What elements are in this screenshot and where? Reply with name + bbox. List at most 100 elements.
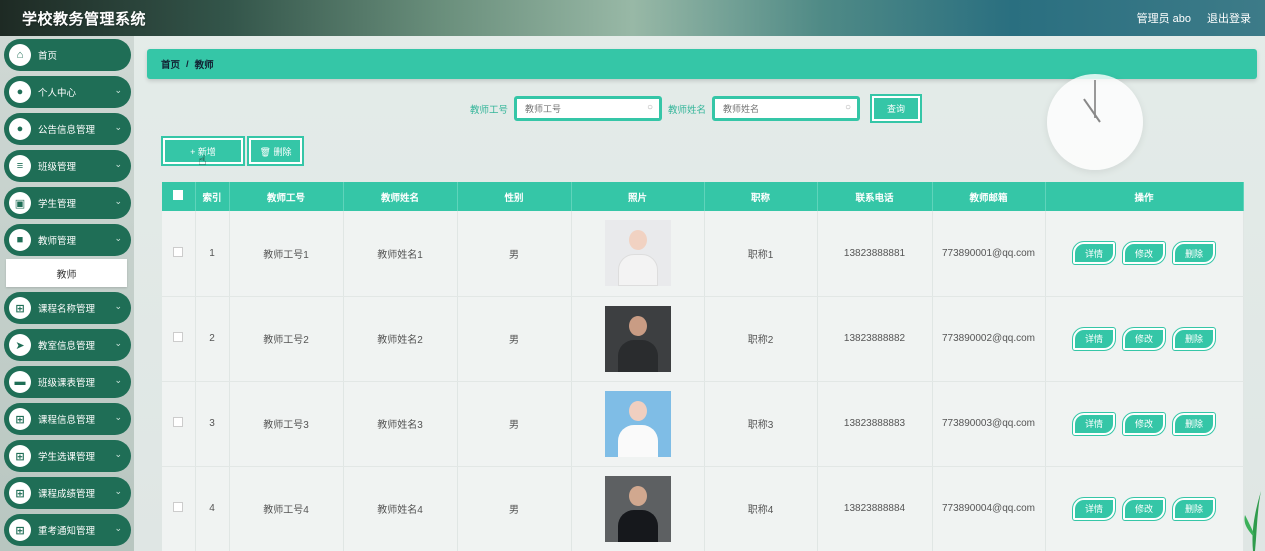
teacher-photo (604, 390, 671, 457)
main-content: 首页 / 教师 教师工号 ○ 教师姓名 ○ 查询 + 新增 🗑 删除 ☝ 索引教… (134, 36, 1265, 551)
breadcrumb-home[interactable]: 首页 (161, 57, 180, 71)
delete-button[interactable]: 删除 (1172, 411, 1216, 436)
sidebar-item-0[interactable]: ⌂ 首页 (4, 39, 131, 71)
sidebar-item-11[interactable]: ⊞ 课程成绩管理 ⌄ (4, 477, 131, 509)
current-user: 管理员 abo (1136, 13, 1191, 25)
cell-gender: 男 (457, 296, 572, 382)
row-select-cell (162, 381, 196, 467)
sidebar: ⌂ 首页 ● 个人中心 ⌄ ● 公告信息管理 ⌄ ≡ 班级管理 ⌄ ▣ 学生管理 ⌄ ■ 教师管理 ⌄ 教师 ⊞ 课程… (0, 36, 134, 551)
row-select-cell (162, 466, 196, 551)
teacher-table: 索引 教师工号 教师姓名 性别 照片 职称 联系电话 教师邮箱 操作 1 教师工号1 教师姓名1 男职… (162, 182, 1244, 551)
cell-phone: 13823888882 (817, 296, 933, 382)
sidebar-item-label: 课程名称管理 (38, 304, 96, 315)
mouse-cursor-icon: ☝ (198, 152, 207, 168)
teacher-name-input[interactable] (723, 103, 834, 114)
column-header: 联系电话 (817, 182, 933, 211)
sidebar-item-12[interactable]: ⊞ 重考通知管理 ⌄ (4, 514, 131, 546)
sidebar-item-label: 学生管理 (38, 199, 77, 210)
chevron-down-icon: ⌄ (114, 523, 122, 533)
teacher-name-field: ○ (712, 96, 861, 121)
breadcrumb-separator: / (186, 58, 189, 70)
sidebar-item-2[interactable]: ● 公告信息管理 ⌄ (4, 113, 131, 145)
teacher-id-field: ○ (514, 96, 663, 121)
user-icon: ● (9, 118, 31, 140)
cell-teacher-name: 教师姓名2 (343, 296, 458, 382)
detail-button[interactable]: 详情 (1072, 496, 1116, 521)
sidebar-item-label: 首页 (38, 51, 58, 62)
column-header: 操作 (1045, 182, 1244, 211)
leaf-decoration (1244, 491, 1261, 551)
table-header-row: 索引 教师工号 教师姓名 性别 照片 职称 联系电话 教师邮箱 操作 (162, 182, 1244, 211)
sidebar-item-5[interactable]: ■ 教师管理 ⌄ (4, 224, 131, 256)
chevron-down-icon: ⌄ (114, 122, 122, 132)
select-all-checkbox[interactable] (173, 190, 184, 200)
table-row: 3 教师工号3 教师姓名3 男 职称3 13823888883 773890003@qq.c… (162, 381, 1244, 467)
teacher-photo (604, 220, 671, 287)
cell-email: 773890002@qq.com (932, 296, 1046, 382)
chevron-down-icon: ⌄ (114, 449, 122, 459)
sidebar-item-9[interactable]: ⊞ 课程信息管理 ⌄ (4, 403, 131, 435)
cell-teacher-id: 教师工号3 (229, 381, 344, 467)
cell-title: 职称2 (704, 296, 818, 382)
cell-teacher-name: 教师姓名3 (343, 381, 458, 467)
sidebar-item-1[interactable]: ● 个人中心 ⌄ (4, 76, 131, 108)
row-checkbox[interactable] (173, 246, 184, 257)
query-button[interactable]: 查询 (870, 94, 923, 123)
chevron-down-icon: ⌄ (114, 85, 122, 95)
sidebar-item-4[interactable]: ▣ 学生管理 ⌄ (4, 187, 131, 219)
sidebar-item-7[interactable]: ➤ 教室信息管理 ⌄ (4, 329, 131, 361)
breadcrumb-current: 教师 (194, 60, 214, 71)
chevron-down-icon: ⌄ (114, 301, 122, 311)
column-header: 照片 (571, 182, 705, 211)
cell-title: 职称1 (704, 211, 818, 297)
sidebar-item-10[interactable]: ⊞ 学生选课管理 ⌄ (4, 440, 131, 472)
edit-button[interactable]: 修改 (1122, 411, 1166, 436)
detail-button[interactable]: 详情 (1072, 326, 1116, 351)
sidebar-item-8[interactable]: ▬ 班级课表管理 ⌄ (4, 366, 131, 398)
edit-button[interactable]: 修改 (1122, 496, 1166, 521)
cell-photo (571, 211, 705, 297)
row-checkbox[interactable] (173, 332, 184, 342)
cell-index: 4 (195, 466, 230, 551)
detail-button[interactable]: 详情 (1072, 411, 1116, 436)
batch-delete-button[interactable]: 🗑 删除 (247, 136, 304, 166)
sidebar-subitem-teacher[interactable]: 教师 (6, 259, 127, 287)
column-header: 性别 (457, 182, 572, 211)
column-header: 教师姓名 (343, 182, 458, 211)
sidebar-item-6[interactable]: ⊞ 课程名称管理 ⌄ (4, 292, 131, 324)
chevron-down-icon: ⌄ (114, 486, 122, 496)
cell-phone: 13823888883 (817, 381, 933, 467)
column-header: 教师邮箱 (932, 182, 1046, 211)
cell-title: 职称3 (704, 381, 818, 467)
delete-button[interactable]: 删除 (1172, 241, 1216, 266)
logout-link[interactable]: 退出登录 (1207, 10, 1251, 26)
grid-icon: ⊞ (9, 519, 31, 541)
edit-button[interactable]: 修改 (1122, 241, 1166, 266)
delete-button[interactable]: 删除 (1172, 496, 1216, 521)
cell-photo (571, 466, 705, 551)
sidebar-item-3[interactable]: ≡ 班级管理 ⌄ (4, 150, 131, 182)
row-select-cell (162, 211, 196, 297)
sidebar-item-label: 教室信息管理 (38, 341, 96, 352)
chevron-down-icon: ⌄ (114, 412, 122, 422)
user-icon: ● (9, 81, 31, 103)
grid-icon: ⊞ (9, 408, 31, 430)
row-checkbox[interactable] (173, 502, 184, 512)
delete-button[interactable]: 删除 (1172, 326, 1216, 351)
chevron-down-icon: ⌄ (114, 159, 122, 169)
cell-actions: 详情 修改 删除 (1045, 211, 1244, 297)
top-header: 学校教务管理系统 管理员 abo 退出登录 (0, 0, 1265, 36)
sidebar-item-label: 教师管理 (38, 236, 77, 247)
search-icon: ○ (646, 102, 654, 113)
card-icon: ▬ (9, 371, 31, 393)
chevron-down-icon: ⌄ (114, 338, 122, 348)
row-checkbox[interactable] (173, 417, 184, 427)
edit-button[interactable]: 修改 (1122, 326, 1166, 351)
teacher-id-input[interactable] (525, 103, 636, 114)
cell-gender: 男 (457, 381, 572, 467)
detail-button[interactable]: 详情 (1072, 241, 1116, 266)
cell-index: 3 (195, 381, 230, 467)
cell-index: 1 (195, 211, 230, 297)
cell-email: 773890004@qq.com (932, 466, 1046, 551)
sidebar-item-label: 重考通知管理 (38, 526, 96, 537)
